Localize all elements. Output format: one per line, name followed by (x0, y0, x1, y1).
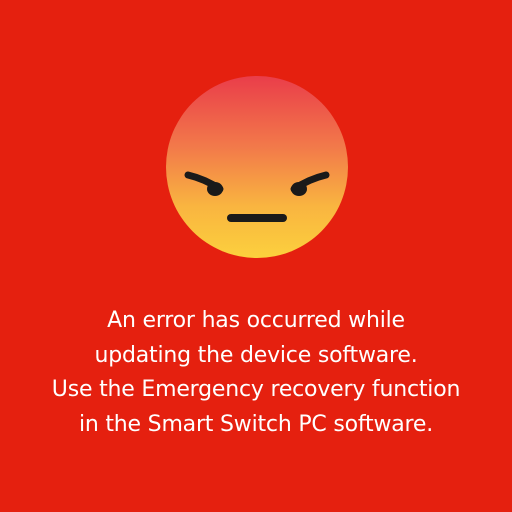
error-message-line: An error has occurred while (107, 308, 405, 333)
error-message-line: in the Smart Switch PC software. (78, 411, 434, 437)
right-eye (291, 182, 307, 196)
left-eye (207, 182, 223, 196)
error-message-line: Use the Emergency recovery function (51, 377, 461, 402)
mouth (227, 214, 287, 222)
face-circle (166, 76, 348, 258)
error-message-line: updating the device software. (94, 342, 418, 368)
error-message: An error has occurred while updating the… (0, 304, 512, 442)
error-screen: An error has occurred while updating the… (0, 0, 512, 512)
angry-face-icon (165, 75, 349, 259)
